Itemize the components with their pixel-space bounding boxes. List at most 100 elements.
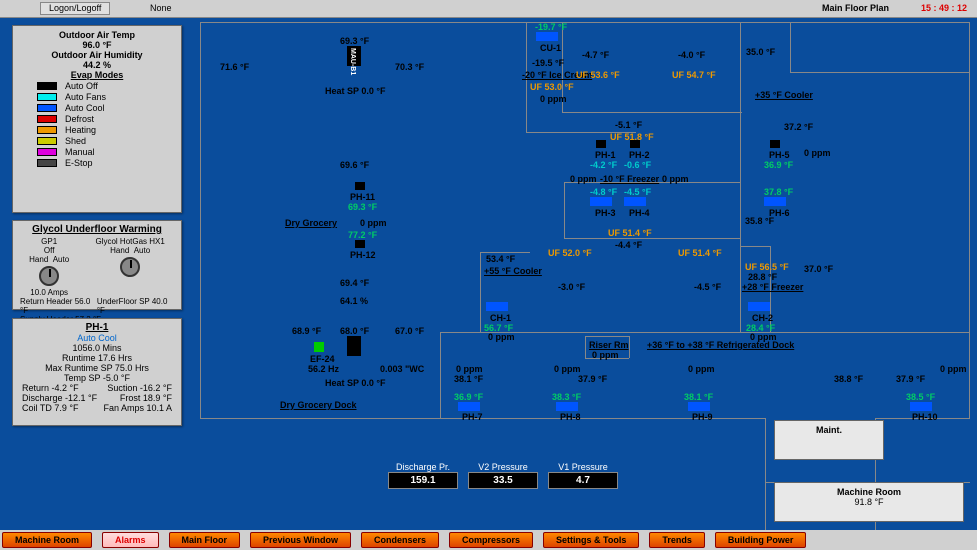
temp-693: 69.3 °F bbox=[340, 36, 369, 46]
ch1-map[interactable]: CH-1 bbox=[490, 313, 511, 323]
heat-sp-a1: Heat SP 0.0 °F bbox=[325, 378, 385, 388]
legend-manual: Manual bbox=[37, 147, 177, 157]
cooler55-room: +55 °F Cooler bbox=[484, 266, 542, 276]
temp-689: 68.9 °F bbox=[292, 326, 321, 336]
ph4-map[interactable]: PH-4 bbox=[629, 208, 650, 218]
ef24-label: EF-24 bbox=[310, 354, 335, 364]
ph1-mode: Auto Cool bbox=[16, 333, 178, 343]
temp-288: 28.8 °F bbox=[748, 272, 777, 282]
user-label: None bbox=[150, 3, 172, 13]
nav-alarms[interactable]: Alarms bbox=[102, 532, 159, 548]
top-bar: Logon/Logoff None Main Floor Plan 15 : 4… bbox=[0, 0, 977, 18]
cooler35-room: +35 °F Cooler bbox=[755, 90, 813, 100]
floor-plan: 71.6 °F 69.3 °F MAU-B1 70.3 °F Heat SP 0… bbox=[200, 22, 970, 422]
legend-auto-off: Auto Off bbox=[37, 81, 177, 91]
cu1-unit[interactable] bbox=[536, 32, 558, 41]
dial-icon[interactable] bbox=[120, 257, 140, 277]
temp-n45b: -4.5 °F bbox=[694, 282, 721, 292]
ph3-map[interactable]: PH-3 bbox=[595, 208, 616, 218]
legend-auto-fans: Auto Fans bbox=[37, 92, 177, 102]
return-header: Return Header 56.0 °F bbox=[20, 297, 97, 315]
ef24-unit[interactable] bbox=[314, 342, 324, 352]
ph12-map[interactable]: PH-12 bbox=[350, 250, 376, 260]
temp-534: 53.4 °F bbox=[486, 254, 515, 264]
nav-trends[interactable]: Trends bbox=[649, 532, 705, 548]
ph11-map[interactable]: PH-11 bbox=[350, 192, 375, 202]
temp-n47: -4.7 °F bbox=[582, 50, 609, 60]
temp-379: 37.9 °F bbox=[578, 374, 607, 384]
mau-a1-unit[interactable] bbox=[347, 336, 361, 356]
nav-previous[interactable]: Previous Window bbox=[250, 532, 351, 548]
ppm-ch1: 0 ppm bbox=[488, 332, 515, 342]
temp-n30: -3.0 °F bbox=[558, 282, 585, 292]
temp-381b: 38.1 °F bbox=[684, 392, 713, 402]
v1-pressure: V1 Pressure4.7 bbox=[548, 462, 618, 492]
ph1-map[interactable]: PH-1 bbox=[595, 150, 616, 160]
mau-b1-label: MAU-B1 bbox=[349, 48, 356, 75]
temp-n40: -4.0 °F bbox=[678, 50, 705, 60]
nav-compressors[interactable]: Compressors bbox=[449, 532, 533, 548]
legend-auto-cool: Auto Cool bbox=[37, 103, 177, 113]
pct-641: 64.1 % bbox=[340, 296, 368, 306]
glycol-hx1: Glycol HotGas HX1 Hand Auto bbox=[95, 237, 164, 297]
maint-room[interactable]: Maint. bbox=[774, 420, 884, 460]
temp-n51: -5.1 °F bbox=[615, 120, 642, 130]
ph9-map[interactable]: PH-9 bbox=[692, 412, 713, 422]
temp-358: 35.8 °F bbox=[745, 216, 774, 226]
temp-350: 35.0 °F bbox=[746, 47, 775, 57]
ppm-riser: 0 ppm bbox=[592, 350, 619, 360]
dry-grocery-room: Dry Grocery bbox=[285, 218, 337, 228]
outdoor-hum-label: Outdoor Air Humidity bbox=[17, 50, 177, 60]
evap-modes-title: Evap Modes bbox=[17, 70, 177, 80]
main-floor-label: Main Floor Plan bbox=[822, 3, 889, 13]
ch2-map[interactable]: CH-2 bbox=[752, 313, 773, 323]
nav-building-power[interactable]: Building Power bbox=[715, 532, 807, 548]
wc-reading: 0.003 "WC bbox=[380, 364, 424, 374]
nav-settings[interactable]: Settings & Tools bbox=[543, 532, 639, 548]
nav-main-floor[interactable]: Main Floor bbox=[169, 532, 241, 548]
temp-383: 38.3 °F bbox=[552, 392, 581, 402]
temp-381: 38.1 °F bbox=[454, 374, 483, 384]
ph5-map[interactable]: PH-5 bbox=[769, 150, 790, 160]
ppm-r: 0 ppm bbox=[662, 174, 689, 184]
temp-772: 77.2 °F bbox=[348, 230, 377, 240]
temp-694: 69.4 °F bbox=[340, 278, 369, 288]
temp-369: 36.9 °F bbox=[764, 160, 793, 170]
temp-n44: -4.4 °F bbox=[615, 240, 642, 250]
underfloor-sp: UnderFloor SP 40.0 °F bbox=[97, 297, 174, 315]
temp-693b: 69.3 °F bbox=[348, 202, 377, 212]
nav-machine-room[interactable]: Machine Room bbox=[2, 532, 92, 548]
ph1-title[interactable]: PH-1 bbox=[16, 322, 178, 333]
temp-n06: -0.6 °F bbox=[624, 160, 651, 170]
uf-565: UF 56.5 °F bbox=[745, 262, 789, 272]
evap-modes-panel: Outdoor Air Temp 96.0 °F Outdoor Air Hum… bbox=[12, 25, 182, 213]
ph8-map[interactable]: PH-8 bbox=[560, 412, 581, 422]
glycol-gp1: GP1Off Hand Auto 10.0 Amps bbox=[29, 237, 69, 297]
ppm-dg: 0 ppm bbox=[360, 218, 387, 228]
ph7-map[interactable]: PH-7 bbox=[462, 412, 483, 422]
ph1-suction: Suction -16.2 °F bbox=[107, 383, 172, 393]
machine-room[interactable]: Machine Room91.8 °F bbox=[774, 482, 964, 522]
ph1-mins: 1056.0 Mins bbox=[16, 343, 178, 353]
temp-n197: -19.7 °F bbox=[535, 22, 567, 32]
ppm-icecream: 0 ppm bbox=[540, 94, 567, 104]
ph2-map[interactable]: PH-2 bbox=[629, 150, 650, 160]
ph10-map[interactable]: PH-10 bbox=[912, 412, 938, 422]
ph1-fan: Fan Amps 10.1 A bbox=[103, 403, 172, 413]
temp-n48: -4.8 °F bbox=[590, 187, 617, 197]
dial-icon[interactable] bbox=[39, 266, 59, 286]
temp-369b: 36.9 °F bbox=[454, 392, 483, 402]
temp-n45: -4.5 °F bbox=[624, 187, 651, 197]
temp-n42: -4.2 °F bbox=[590, 160, 617, 170]
logon-button[interactable]: Logon/Logoff bbox=[40, 2, 110, 15]
temp-n195: -19.5 °F bbox=[532, 58, 564, 68]
temp-379b: 37.9 °F bbox=[896, 374, 925, 384]
ppm-5: 0 ppm bbox=[804, 148, 831, 158]
nav-condensers[interactable]: Condensers bbox=[361, 532, 439, 548]
temp-716: 71.6 °F bbox=[220, 62, 249, 72]
riser-room: Riser Rm bbox=[589, 340, 629, 350]
footer-bar: Machine Room Alarms Main Floor Previous … bbox=[0, 530, 977, 550]
legend-defrost: Defrost bbox=[37, 114, 177, 124]
uf-520: UF 52.0 °F bbox=[548, 248, 592, 258]
legend-heating: Heating bbox=[37, 125, 177, 135]
